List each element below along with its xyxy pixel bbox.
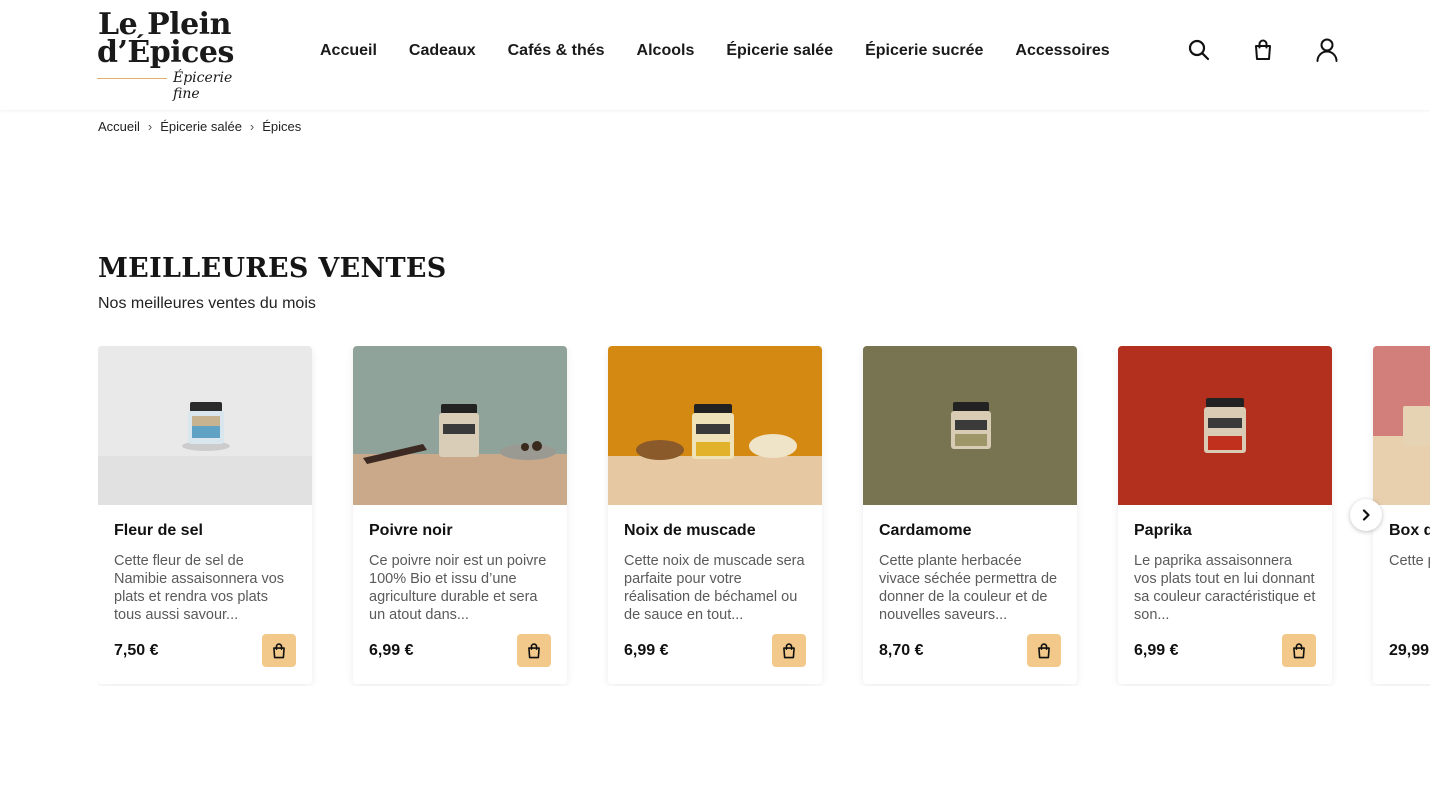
nav-item-cafes-thes[interactable]: Cafés & thés [508,40,605,62]
product-name[interactable]: Fleur de sel [114,522,203,540]
nav-item-accueil[interactable]: Accueil [320,40,377,62]
cart-icon [1293,642,1305,658]
nav-item-alcools[interactable]: Alcools [637,40,695,62]
product-price: 6,99 € [369,642,414,659]
logo-line-2: d’Épices [97,35,234,70]
breadcrumb-separator: › [147,119,153,134]
chevron-right-icon [1362,509,1370,521]
product-price: 6,99 € [624,642,669,659]
product-image[interactable] [1118,346,1332,505]
breadcrumb-separator: › [249,119,255,134]
product-image[interactable] [863,346,1077,505]
product-description: Cette place et pou parfai [1389,553,1430,569]
cart-icon[interactable] [1250,36,1276,64]
product-image[interactable] [353,346,567,505]
nav-item-epicerie-salee[interactable]: Épicerie salée [726,40,833,62]
product-price: 6,99 € [1134,642,1179,659]
section-title: MEILLEURES VENTES [98,253,447,284]
product-carousel: Fleur de sel Cette fleur de sel de Namib… [98,346,1430,686]
product-image[interactable] [98,346,312,505]
product-description: Ce poivre noir est un poivre 100% Bio et… [369,553,547,623]
logo-divider [97,78,167,79]
product-name[interactable]: Cardamome [879,522,971,540]
product-card[interactable]: Cardamome Cette plante herbacée vivace s… [863,346,1077,684]
section-subtitle: Nos meilleures ventes du mois [98,295,316,312]
add-to-cart-button[interactable] [1027,634,1061,667]
site-header: Le Plein d’Épices Épicerie fine Accueil … [0,0,1430,110]
main-nav: Accueil Cadeaux Cafés & thés Alcools Épi… [320,40,1110,62]
product-name[interactable]: Paprika [1134,522,1192,540]
product-price: 8,70 € [879,642,924,659]
product-name[interactable]: Noix de muscade [624,522,756,540]
add-to-cart-button[interactable] [262,634,296,667]
product-description: Cette plante herbacée vivace séchée perm… [879,553,1058,623]
logo-tagline: Épicerie fine [173,70,233,102]
nav-item-cadeaux[interactable]: Cadeaux [409,40,476,62]
account-icon[interactable] [1314,36,1340,64]
add-to-cart-button[interactable] [1282,634,1316,667]
search-icon[interactable] [1186,36,1212,64]
product-description: Cette fleur de sel de Namibie assaisonne… [114,553,285,623]
breadcrumb-item-accueil[interactable]: Accueil [98,119,140,134]
cart-icon [1038,642,1050,658]
nav-item-accessoires[interactable]: Accessoires [1015,40,1109,62]
add-to-cart-button[interactable] [772,634,806,667]
breadcrumb-item-epices: Épices [262,119,302,134]
add-to-cart-button[interactable] [517,634,551,667]
product-description: Le paprika assaisonnera vos plats tout e… [1134,553,1316,623]
product-image[interactable] [1373,346,1430,505]
product-card[interactable]: Noix de muscade Cette noix de muscade se… [608,346,822,684]
cart-icon [528,642,540,658]
site-logo[interactable]: Le Plein d’Épices Épicerie fine [97,8,247,102]
nav-item-epicerie-sucree[interactable]: Épicerie sucrée [865,40,983,62]
breadcrumb: Accueil › Épicerie salée › Épices [98,119,301,134]
product-price: 7,50 € [114,642,159,659]
product-card[interactable]: Poivre noir Ce poivre noir est un poivre… [353,346,567,684]
product-name[interactable]: Box d [1389,522,1430,540]
cart-icon [783,642,795,658]
header-actions [1186,36,1340,64]
product-card[interactable]: Paprika Le paprika assaisonnera vos plat… [1118,346,1332,684]
product-image[interactable] [608,346,822,505]
product-name[interactable]: Poivre noir [369,522,453,540]
product-price: 29,99 [1389,642,1430,659]
cart-icon [273,642,285,658]
product-description: Cette noix de muscade sera parfaite pour… [624,553,805,623]
carousel-next-button[interactable] [1350,499,1382,531]
product-card[interactable]: Fleur de sel Cette fleur de sel de Namib… [98,346,312,684]
breadcrumb-item-epicerie-salee[interactable]: Épicerie salée [160,119,242,134]
